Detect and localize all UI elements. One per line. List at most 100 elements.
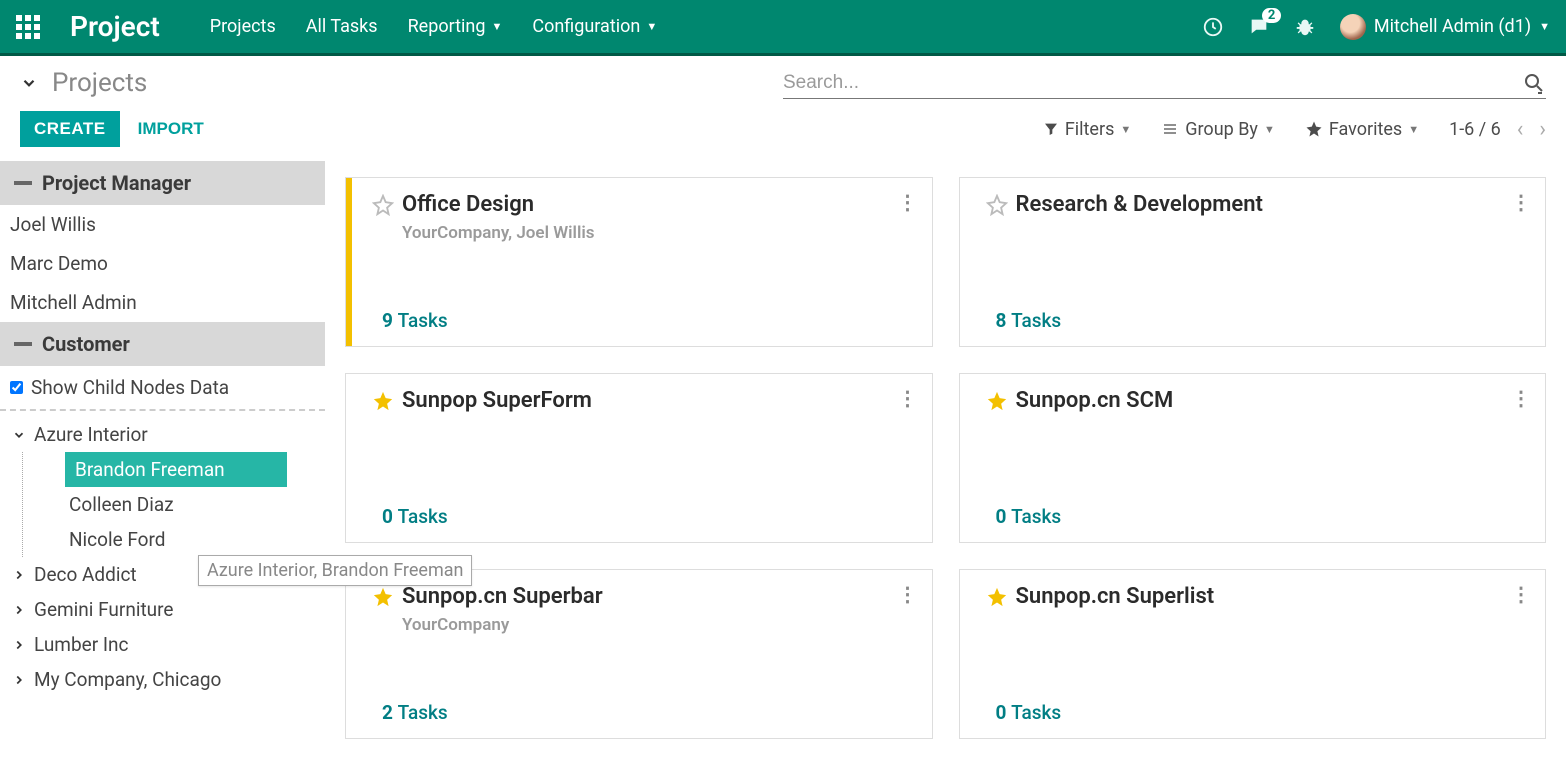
search-input[interactable]: [783, 68, 1522, 98]
tree-label: Brandon Freeman: [75, 458, 225, 481]
nav-label: Reporting: [408, 16, 486, 37]
chevron-down-icon[interactable]: [20, 74, 38, 92]
tree-node[interactable]: My Company, Chicago: [8, 662, 317, 697]
star-icon[interactable]: [986, 586, 1008, 608]
card-menu-icon[interactable]: ⋮: [1511, 190, 1531, 214]
tree-node-nicole[interactable]: Nicole Ford: [65, 522, 317, 557]
create-button[interactable]: CREATE: [20, 111, 120, 147]
project-card[interactable]: ⋮ Office Design YourCompany, Joel Willis 9 …: [345, 177, 933, 347]
chat-button[interactable]: 2: [1248, 16, 1270, 38]
card-title: Sunpop.cn Superlist: [1016, 584, 1215, 609]
tree-node[interactable]: Deco Addict: [8, 557, 317, 592]
show-child-checkbox-row[interactable]: Show Child Nodes Data: [0, 366, 325, 411]
star-icon[interactable]: [986, 194, 1008, 216]
nav-label: Configuration: [532, 16, 640, 37]
list-icon: [1161, 121, 1179, 137]
checkbox-label: Show Child Nodes Data: [31, 376, 229, 399]
nav-configuration[interactable]: Configuration ▼: [532, 16, 657, 37]
chevron-right-icon: [12, 638, 26, 652]
caret-down-icon: ▼: [491, 20, 502, 33]
nav-projects[interactable]: Projects: [210, 16, 276, 37]
chevron-right-icon: [12, 603, 26, 617]
apps-icon[interactable]: [16, 15, 40, 39]
card-menu-icon[interactable]: ⋮: [898, 582, 918, 606]
tree-label: Colleen Diaz: [69, 493, 174, 516]
user-menu[interactable]: Mitchell Admin (d1) ▼: [1340, 14, 1550, 40]
chevron-right-icon: [12, 568, 26, 582]
groupby-button[interactable]: Group By ▼: [1161, 119, 1275, 140]
manager-item[interactable]: Joel Willis: [0, 205, 325, 244]
chat-badge: 2: [1262, 8, 1281, 23]
card-footer[interactable]: 0 Tasks: [382, 505, 912, 528]
content: Project Manager Joel Willis Marc Demo Mi…: [0, 161, 1566, 755]
filters-label: Filters: [1065, 119, 1115, 140]
manager-item[interactable]: Marc Demo: [0, 244, 325, 283]
card-menu-icon[interactable]: ⋮: [1511, 582, 1531, 606]
tree-node-azure[interactable]: Azure Interior: [8, 417, 317, 452]
card-title: Office Design: [402, 192, 534, 217]
customer-tree: Azure Interior Brandon Freeman Colleen D…: [0, 411, 325, 703]
nav-all-tasks[interactable]: All Tasks: [306, 16, 378, 37]
card-menu-icon[interactable]: ⋮: [898, 386, 918, 410]
groupby-label: Group By: [1185, 119, 1258, 140]
caret-down-icon: ▼: [646, 20, 657, 33]
avatar: [1340, 14, 1366, 40]
bug-icon[interactable]: [1294, 16, 1316, 38]
collapse-icon: [14, 342, 32, 346]
project-card[interactable]: ⋮ Research & Development 8 Tasks: [959, 177, 1547, 347]
tree-node[interactable]: Gemini Furniture: [8, 592, 317, 627]
tree-node[interactable]: Lumber Inc: [8, 627, 317, 662]
card-title: Sunpop.cn Superbar: [402, 584, 603, 609]
sidebar-section-customer[interactable]: Customer: [0, 322, 325, 366]
project-card[interactable]: ⋮Sunpop.cn SuperbarYourCompany2 Tasks: [345, 569, 933, 739]
sidebar: Project Manager Joel Willis Marc Demo Mi…: [0, 161, 325, 755]
search-icon[interactable]: [1522, 71, 1546, 95]
card-footer[interactable]: 9 Tasks: [382, 309, 912, 332]
card-subtitle: YourCompany, Joel Willis: [402, 223, 912, 243]
caret-down-icon: ▼: [1408, 123, 1419, 136]
tree-label: Gemini Furniture: [34, 598, 173, 621]
pager-next[interactable]: ›: [1539, 117, 1546, 142]
collapse-icon: [14, 181, 32, 185]
sidebar-section-manager[interactable]: Project Manager: [0, 161, 325, 205]
search-area: [783, 68, 1546, 99]
tree-label: My Company, Chicago: [34, 668, 221, 691]
controls-row: CREATE IMPORT Filters ▼ Group By ▼ Favor…: [0, 99, 1566, 161]
pager-prev[interactable]: ‹: [1517, 117, 1524, 142]
card-footer[interactable]: 0 Tasks: [996, 701, 1526, 724]
manager-item[interactable]: Mitchell Admin: [0, 283, 325, 322]
favorites-button[interactable]: Favorites ▼: [1305, 119, 1419, 140]
star-icon[interactable]: [986, 390, 1008, 412]
brand[interactable]: Project: [70, 10, 160, 43]
tree-label: Nicole Ford: [69, 528, 165, 551]
tree-label: Deco Addict: [34, 563, 137, 586]
tree-label: Azure Interior: [34, 423, 148, 446]
card-title: Sunpop.cn SCM: [1016, 388, 1174, 413]
caret-down-icon: ▼: [1539, 20, 1550, 33]
chevron-right-icon: [12, 673, 26, 687]
star-icon[interactable]: [372, 586, 394, 608]
card-title: Research & Development: [1016, 192, 1263, 217]
caret-down-icon: ▼: [1264, 123, 1275, 136]
tree-node-colleen[interactable]: Colleen Diaz: [65, 487, 317, 522]
project-card[interactable]: ⋮ Sunpop.cn Superlist 0 Tasks: [959, 569, 1547, 739]
import-button[interactable]: IMPORT: [138, 119, 204, 139]
star-icon[interactable]: [372, 390, 394, 412]
section-title: Customer: [42, 332, 130, 356]
card-menu-icon[interactable]: ⋮: [898, 190, 918, 214]
clock-icon[interactable]: [1202, 16, 1224, 38]
user-name: Mitchell Admin (d1): [1374, 16, 1531, 37]
filters-button[interactable]: Filters ▼: [1043, 119, 1131, 140]
card-footer[interactable]: 0 Tasks: [996, 505, 1526, 528]
project-card[interactable]: ⋮Sunpop SuperForm0 Tasks: [345, 373, 933, 543]
project-card[interactable]: ⋮ Sunpop.cn SCM 0 Tasks: [959, 373, 1547, 543]
nav-label: All Tasks: [306, 16, 378, 37]
show-child-checkbox[interactable]: [10, 381, 23, 394]
nav-reporting[interactable]: Reporting ▼: [408, 16, 503, 37]
card-menu-icon[interactable]: ⋮: [1511, 386, 1531, 410]
star-icon[interactable]: [372, 194, 394, 216]
card-footer[interactable]: 8 Tasks: [996, 309, 1526, 332]
tree-node-brandon[interactable]: Brandon Freeman: [65, 452, 287, 487]
filter-icon: [1043, 121, 1059, 137]
card-footer[interactable]: 2 Tasks: [382, 701, 912, 724]
